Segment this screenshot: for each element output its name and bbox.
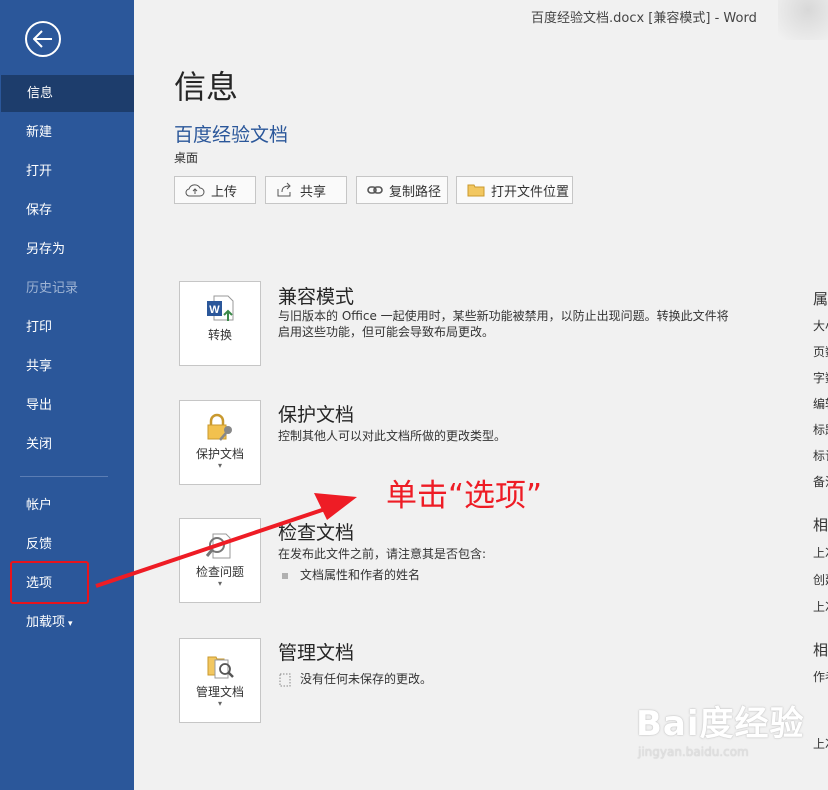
watermark-url: jingyan.baidu.com: [638, 745, 749, 759]
watermark-logo-text: Bai度经验: [636, 704, 805, 744]
annotation-arrow-icon: [95, 493, 357, 588]
annotation-text: 单击“选项”: [386, 478, 543, 514]
baidu-watermark: Bai度经验 jingyan.baidu.com: [636, 696, 805, 759]
